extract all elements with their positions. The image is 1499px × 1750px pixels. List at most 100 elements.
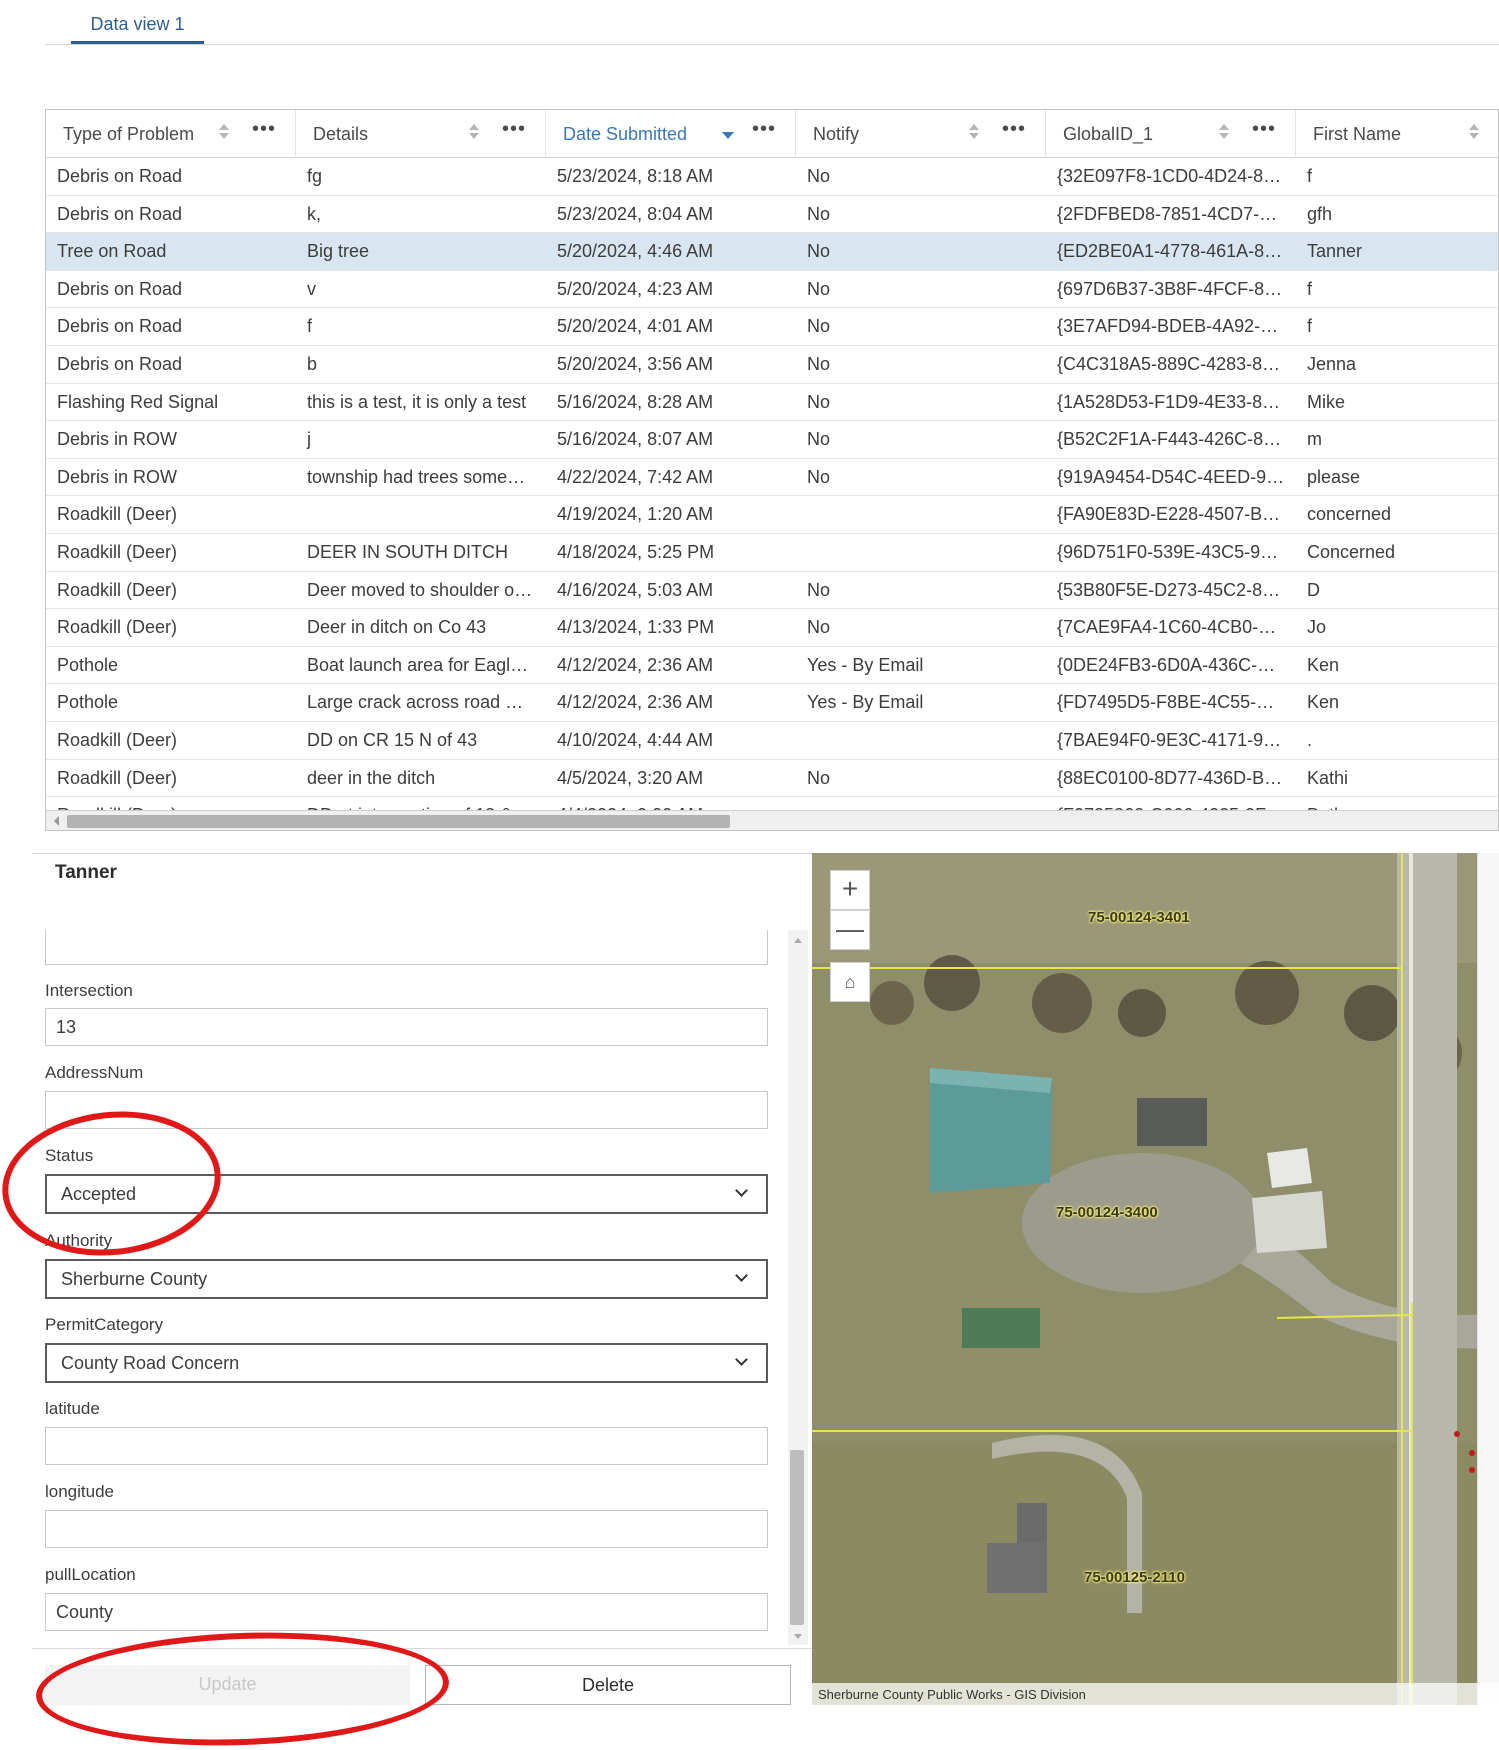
- scrollbar-thumb[interactable]: [67, 815, 730, 828]
- cell-date-submitted: 4/16/2024, 5:03 AM: [557, 579, 714, 600]
- data-table: Type of Problem ••• Details ••• Date Sub…: [45, 109, 1499, 831]
- more-options-icon[interactable]: •••: [1002, 118, 1026, 141]
- map-zoom-controls: + — ⌂: [830, 870, 870, 1002]
- cell-notify: No: [807, 579, 831, 600]
- column-header-globalid[interactable]: GlobalID_1 •••: [1046, 110, 1296, 158]
- cell-first-name: gfh: [1307, 203, 1333, 224]
- table-row[interactable]: Tree on Road Big tree 5/20/2024, 4:46 AM No…: [46, 233, 1498, 271]
- table-row[interactable]: Flashing Red Signal this is a test, it is…: [46, 384, 1498, 422]
- cell-first-name: Jenna: [1307, 353, 1357, 374]
- form-vertical-scrollbar[interactable]: [788, 930, 808, 1645]
- cell-details: j: [307, 429, 311, 450]
- table-row[interactable]: Roadkill (Deer) Deer in ditch on Co 43 4/1…: [46, 609, 1498, 647]
- cell-notify: No: [807, 767, 831, 788]
- column-header-first-name[interactable]: First Name: [1296, 110, 1498, 158]
- table-row[interactable]: Debris on Road f 5/20/2024, 4:01 AM No {3E7A…: [46, 308, 1498, 346]
- table-row[interactable]: Roadkill (Deer) DEER IN SOUTH DITCH 4/18/2…: [46, 534, 1498, 572]
- table-row[interactable]: Debris on Road k, 5/23/2024, 8:04 AM No {2FD…: [46, 196, 1498, 234]
- cell-globalid: {7BAE94F0-9E3C-4171-9…: [1057, 729, 1282, 750]
- scroll-down-icon[interactable]: [794, 1634, 802, 1639]
- authority-select[interactable]: Sherburne County: [45, 1259, 768, 1299]
- delete-button[interactable]: Delete: [425, 1665, 791, 1705]
- latitude-input[interactable]: [45, 1427, 768, 1465]
- sort-icon[interactable]: [218, 122, 230, 144]
- pull-location-input[interactable]: County: [45, 1593, 768, 1631]
- table-row[interactable]: Debris on Road b 5/20/2024, 3:56 AM No {C4C3…: [46, 346, 1498, 384]
- status-select[interactable]: Accepted: [45, 1174, 768, 1214]
- update-button[interactable]: Update: [45, 1665, 410, 1705]
- cell-details: k,: [307, 203, 322, 224]
- form-footer-divider: [32, 1648, 812, 1649]
- horizontal-scrollbar[interactable]: [46, 810, 1498, 830]
- cell-globalid: {32E097F8-1CD0-4D24-8…: [1057, 166, 1282, 186]
- more-options-icon[interactable]: •••: [502, 118, 526, 141]
- cell-first-name: m: [1307, 429, 1322, 450]
- cell-date-submitted: 4/13/2024, 1:33 PM: [557, 617, 715, 638]
- chevron-down-icon: [735, 1353, 748, 1366]
- previous-field-input[interactable]: [45, 930, 768, 965]
- cell-globalid: {3E7AFD94-BDEB-4A92-8…: [1057, 316, 1289, 337]
- cell-first-name: concerned: [1307, 504, 1392, 525]
- scroll-left-icon[interactable]: [54, 816, 59, 826]
- cell-notify: No: [807, 466, 831, 487]
- table-row[interactable]: Debris in ROW j 5/16/2024, 8:07 AM No {B52C2…: [46, 421, 1498, 459]
- table-row[interactable]: Debris in ROW township had trees some… 4/2…: [46, 459, 1498, 497]
- more-options-icon[interactable]: •••: [1252, 118, 1276, 141]
- parcel-label: 75-00124-3400: [1056, 1204, 1158, 1221]
- table-row[interactable]: Roadkill (Deer) Deer moved to shoulder o……: [46, 572, 1498, 610]
- cell-type-of-problem: Tree on Road: [57, 241, 167, 262]
- intersection-input[interactable]: 13: [45, 1008, 768, 1046]
- more-options-icon[interactable]: •••: [752, 118, 776, 141]
- sort-icon[interactable]: [1468, 122, 1480, 144]
- cell-first-name: f: [1307, 166, 1313, 186]
- cell-type-of-problem: Debris on Road: [57, 166, 183, 186]
- cell-notify: No: [807, 203, 831, 224]
- cell-type-of-problem: Pothole: [57, 692, 119, 713]
- cell-type-of-problem: Debris in ROW: [57, 466, 178, 487]
- sort-icon[interactable]: [968, 122, 980, 144]
- cell-type-of-problem: Debris on Road: [57, 203, 183, 224]
- cell-first-name: Concerned: [1307, 541, 1396, 562]
- sort-icon[interactable]: [468, 122, 480, 144]
- table-row[interactable]: Roadkill (Deer) 4/19/2024, 1:20 AM {FA90E8…: [46, 496, 1498, 534]
- sort-descending-icon[interactable]: [722, 132, 734, 139]
- attribute-form: Intersection 13 AddressNum Status Accept…: [32, 930, 810, 1645]
- table-row[interactable]: Debris on Road v 5/20/2024, 4:23 AM No {697D…: [46, 271, 1498, 309]
- permit-category-label: PermitCategory: [45, 1315, 164, 1334]
- cell-notify: [796, 496, 1046, 534]
- cell-type-of-problem: Roadkill (Deer): [57, 579, 178, 600]
- table-row[interactable]: Pothole Boat launch area for Eagle… 4/12/2…: [46, 647, 1498, 685]
- table-row[interactable]: Roadkill (Deer) deer in the ditch 4/5/2024…: [46, 760, 1498, 798]
- column-header-notify[interactable]: Notify •••: [796, 110, 1046, 158]
- scrollbar-thumb[interactable]: [790, 1450, 804, 1625]
- cell-globalid: {FD7495D5-F8BE-4C55-A…: [1057, 692, 1287, 713]
- cell-details: Large crack across road w…: [307, 692, 537, 713]
- cell-details: Big tree: [307, 241, 370, 262]
- map-attribution: Sherburne County Public Works - GIS Divi…: [812, 1683, 1499, 1705]
- zoom-out-button[interactable]: —: [830, 910, 870, 950]
- cell-details: this is a test, it is only a test: [307, 391, 527, 412]
- tab-data-view-1[interactable]: Data view 1: [71, 10, 204, 44]
- cell-globalid: {B52C2F1A-F443-426C-8…: [1057, 429, 1282, 450]
- table-row[interactable]: Roadkill (Deer) DD on CR 15 N of 43 4/10/2…: [46, 722, 1498, 760]
- permit-category-select[interactable]: County Road Concern: [45, 1343, 768, 1383]
- table-row[interactable]: Debris on Road fg 5/23/2024, 8:18 AM No {32E…: [46, 158, 1498, 196]
- cell-notify: No: [807, 617, 831, 638]
- zoom-in-button[interactable]: +: [830, 870, 870, 910]
- sort-icon[interactable]: [1218, 122, 1230, 144]
- cell-first-name: please: [1307, 466, 1361, 487]
- home-button[interactable]: ⌂: [830, 962, 870, 1002]
- table-row[interactable]: Pothole Large crack across road w… 4/12/20…: [46, 684, 1498, 722]
- more-options-icon[interactable]: •••: [252, 118, 276, 141]
- column-header-date-submitted[interactable]: Date Submitted •••: [546, 110, 796, 158]
- cell-first-name: f: [1307, 316, 1313, 337]
- cell-details: f: [307, 316, 313, 337]
- column-header-details[interactable]: Details •••: [296, 110, 546, 158]
- column-header-type-of-problem[interactable]: Type of Problem •••: [46, 110, 296, 158]
- map-view[interactable]: + — ⌂ 75-00124-3401 75-00124-3400 75-001…: [812, 853, 1499, 1705]
- addressnum-input[interactable]: [45, 1091, 768, 1129]
- longitude-input[interactable]: [45, 1510, 768, 1548]
- scroll-up-icon[interactable]: [794, 938, 802, 943]
- cell-date-submitted: 5/23/2024, 8:04 AM: [557, 203, 714, 224]
- cell-globalid: {96D751F0-539E-43C5-9B…: [1057, 541, 1291, 562]
